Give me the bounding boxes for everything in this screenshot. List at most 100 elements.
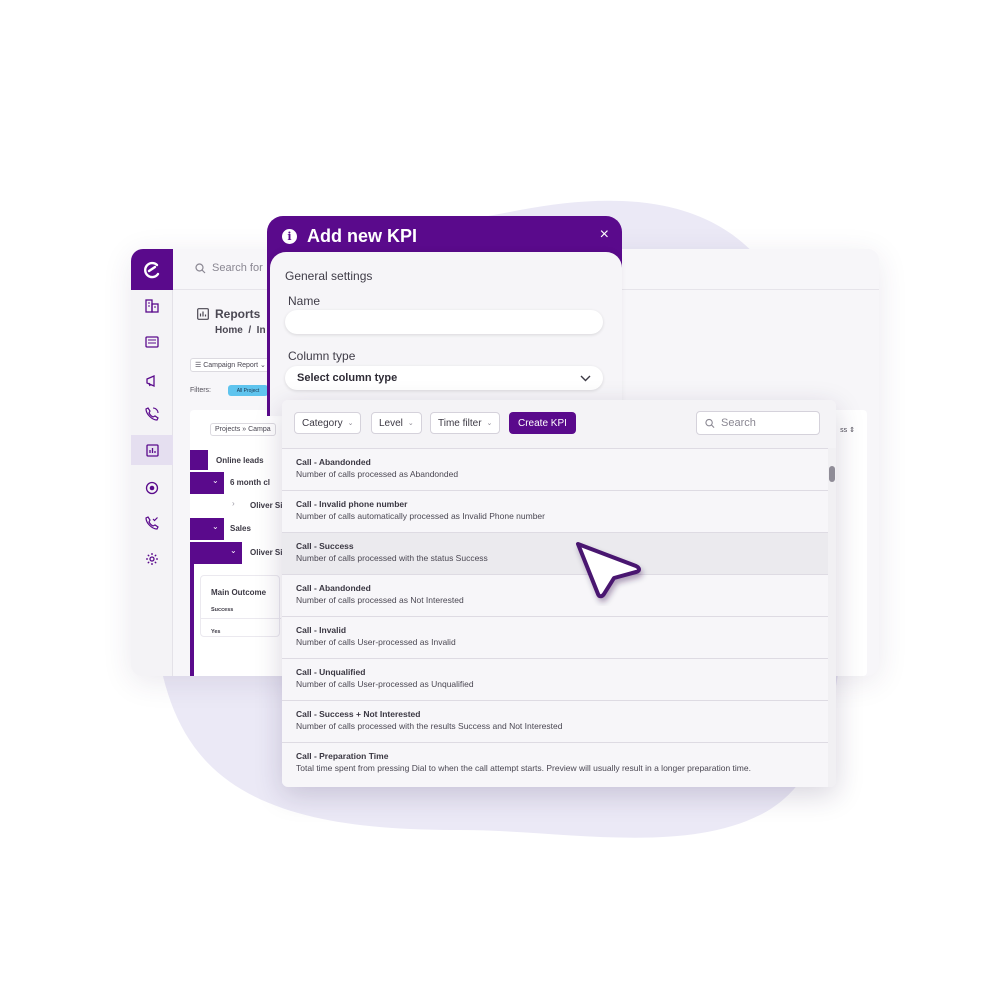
kpi-item-hovered[interactable]: Call - Success Number of calls processed…: [282, 532, 828, 574]
app-sidebar: [131, 249, 173, 676]
app-search[interactable]: Search for: [195, 262, 263, 274]
target-icon[interactable]: [131, 473, 173, 503]
kpi-item-description: Number of calls processed with the statu…: [296, 553, 488, 563]
level-filter-label: Level: [379, 417, 403, 429]
report-chart-icon[interactable]: [131, 435, 173, 465]
scrollbar-thumb[interactable]: [829, 466, 835, 482]
kpi-item-description: Number of calls processed as Abandonded: [296, 469, 459, 479]
kpi-item-title: Call - Abandonded: [296, 457, 371, 467]
chevron-right-icon[interactable]: ›: [232, 499, 235, 508]
megaphone-icon[interactable]: [131, 366, 173, 396]
chevron-down-icon: ⌄: [486, 420, 493, 427]
category-filter-button[interactable]: Category ⌄: [294, 412, 362, 434]
tree-row-oliver-1[interactable]: Oliver Si: [250, 495, 282, 515]
kpi-search[interactable]: [696, 411, 820, 435]
modal-body: General settings Name Column type Select…: [270, 252, 622, 416]
column-type-label: Column type: [288, 349, 356, 363]
tree-row-six-month[interactable]: 6 month cl: [230, 472, 270, 492]
kpi-item-title: Call - Preparation Time: [296, 751, 389, 761]
phone-check-icon[interactable]: [131, 508, 173, 538]
kpi-item[interactable]: Call - Invalid Number of calls User-proc…: [282, 616, 828, 658]
report-selector-label: Campaign Report: [203, 362, 259, 369]
kpi-item[interactable]: Call - Invalid phone number Number of ca…: [282, 490, 828, 532]
kpi-item[interactable]: Call - Preparation Time Total time spent…: [282, 742, 828, 784]
tree-row-sales[interactable]: Sales: [230, 518, 251, 538]
kpi-item-title: Call - Success: [296, 541, 354, 551]
kpi-item[interactable]: Call - Abandonded Number of calls proces…: [282, 574, 828, 616]
name-label: Name: [288, 294, 321, 308]
kpi-item-title: Call - Invalid: [296, 625, 347, 635]
tree-row-oliver-2[interactable]: Oliver Si: [250, 542, 282, 562]
kpi-item-title: Call - Unqualified: [296, 667, 366, 677]
column-sort-label: ss: [840, 427, 848, 434]
buildings-icon[interactable]: [131, 291, 173, 321]
kpi-item[interactable]: Call - Success + Not Interested Number o…: [282, 700, 828, 742]
tree-row-online-leads[interactable]: Online leads: [216, 450, 264, 470]
brand-logo-icon[interactable]: [131, 249, 173, 290]
time-filter-button[interactable]: Time filter ⌄: [430, 412, 501, 434]
name-input[interactable]: [285, 310, 603, 334]
kpi-list: Call - Abandonded Number of calls proces…: [282, 448, 828, 784]
create-kpi-button[interactable]: Create KPI: [509, 412, 576, 434]
modal-header: i Add new KPI: [282, 225, 417, 247]
kpi-item-description: Number of calls automatically processed …: [296, 511, 545, 521]
tree-marker: [190, 518, 224, 540]
tree-marker: [190, 450, 208, 470]
search-icon: [195, 262, 206, 273]
kpi-item-title: Call - Abandonded: [296, 583, 371, 593]
tree-marker: [190, 472, 224, 494]
tree-marker: [190, 564, 194, 676]
kpi-dropdown-panel: Category ⌄ Level ⌄ Time filter ⌄ Create KPI…: [282, 400, 836, 787]
chevron-down-icon[interactable]: ⌄: [212, 522, 219, 531]
section-label: General settings: [285, 269, 373, 283]
kpi-item-description: Total time spent from pressing Dial to w…: [296, 763, 751, 773]
search-icon: [705, 418, 715, 428]
column-type-select[interactable]: Select column type: [285, 366, 603, 390]
gear-icon[interactable]: [131, 544, 173, 574]
kpi-toolbar: Category ⌄ Level ⌄ Time filter ⌄ Create KPI: [282, 400, 836, 448]
kpi-item[interactable]: Call - Unqualified Number of calls User-…: [282, 658, 828, 700]
modal-title: Add new KPI: [307, 225, 418, 246]
outcome-row: Success: [211, 607, 234, 613]
phone-call-icon[interactable]: [131, 399, 173, 429]
column-type-value: Select column type: [297, 372, 398, 384]
kpi-item[interactable]: Call - Abandonded Number of calls proces…: [282, 448, 828, 490]
outcome-row: Yes: [211, 629, 221, 635]
kpi-item-title: Call - Success + Not Interested: [296, 709, 421, 719]
chevron-down-icon: [580, 375, 591, 381]
list-icon: ☰: [195, 362, 204, 369]
kpi-item-description: Number of calls User-processed as Unqual…: [296, 679, 474, 689]
chevron-down-icon[interactable]: ⌄: [212, 476, 219, 485]
page-title: Reports: [197, 307, 260, 321]
chevron-down-icon[interactable]: ⌄: [230, 546, 237, 555]
kpi-item-description: Number of calls User-processed as Invali…: [296, 637, 456, 647]
category-filter-label: Category: [302, 417, 343, 429]
chevron-down-icon: ⌄: [347, 420, 354, 427]
chevron-down-icon: ⌄: [407, 420, 414, 427]
page-title-text: Reports: [215, 307, 261, 321]
level-filter-button[interactable]: Level ⌄: [371, 412, 422, 434]
outcome-card: Main Outcome Success Yes: [200, 575, 281, 637]
projects-chip[interactable]: Projects » Campa: [210, 423, 276, 436]
kpi-item-title: Call - Invalid phone number: [296, 499, 408, 509]
close-button[interactable]: ×: [600, 226, 609, 244]
time-filter-label: Time filter: [438, 417, 482, 429]
divider: [201, 618, 281, 619]
stage: Search for Reports Home / In ☰ Campaign …: [0, 0, 1000, 1000]
report-icon: [197, 308, 209, 320]
app-search-placeholder: Search for: [212, 262, 263, 274]
chevron-down-icon: ⌄: [258, 362, 266, 369]
filter-pill[interactable]: All Project: [228, 385, 268, 396]
info-icon: i: [282, 228, 297, 244]
kpi-item-description: Number of calls processed with the resul…: [296, 721, 563, 731]
breadcrumb[interactable]: Home / In: [215, 325, 266, 336]
report-selector[interactable]: ☰ Campaign Report ⌄: [190, 358, 271, 372]
id-card-icon[interactable]: [131, 327, 173, 357]
kpi-list-scrollbar[interactable]: [828, 448, 836, 787]
column-sort[interactable]: ss ⇕: [840, 426, 855, 434]
kpi-search-input[interactable]: [721, 417, 811, 429]
filters-label: Filters:: [190, 387, 211, 394]
kpi-item-description: Number of calls processed as Not Interes…: [296, 595, 464, 605]
sort-icon: ⇕: [849, 427, 855, 434]
mouse-cursor-icon: [576, 542, 641, 599]
